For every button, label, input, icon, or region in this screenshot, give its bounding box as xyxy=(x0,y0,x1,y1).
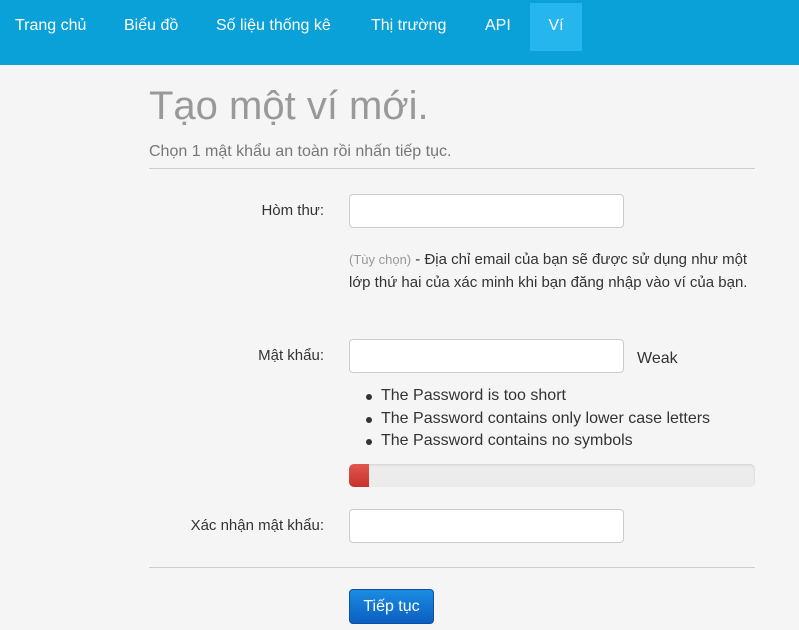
password-issue-item: The Password contains only lower case le… xyxy=(365,408,710,431)
form-divider xyxy=(149,567,755,568)
nav-item-vi[interactable]: Ví xyxy=(530,3,582,51)
confirm-password-label: Xác nhận mật khẩu: xyxy=(190,517,324,534)
nav-item-api[interactable]: API xyxy=(465,3,530,51)
password-strength-label: Weak xyxy=(637,350,678,367)
nav-item-thi-truong[interactable]: Thị trường xyxy=(354,3,465,51)
password-input[interactable] xyxy=(349,339,624,373)
email-help-text: (Tùy chọn) - Địa chỉ email của bạn sẽ đư… xyxy=(349,248,759,294)
page-title: Tạo một ví mới. xyxy=(149,84,429,128)
page-subtitle: Chọn 1 mật khẩu an toàn rồi nhấn tiếp tụ… xyxy=(149,143,452,160)
password-label: Mật khẩu: xyxy=(258,347,324,364)
top-navbar: Trang chủ Biểu đồ Số liệu thống kê Thị t… xyxy=(0,0,799,65)
password-strength-fill xyxy=(349,464,370,487)
email-input[interactable] xyxy=(349,194,624,228)
nav-item-so-lieu-thong-ke[interactable]: Số liệu thống kê xyxy=(198,3,354,51)
confirm-password-input[interactable] xyxy=(349,509,624,543)
continue-button[interactable]: Tiếp tục xyxy=(349,589,434,624)
password-strength-bar xyxy=(349,464,755,487)
password-issues-list: The Password is too short The Password c… xyxy=(365,385,710,453)
password-issue-item: The Password contains no symbols xyxy=(365,430,710,453)
email-help-optional: (Tùy chọn) xyxy=(349,252,412,267)
email-label: Hòm thư: xyxy=(261,202,324,219)
header-divider xyxy=(149,168,755,169)
password-issue-item: The Password is too short xyxy=(365,385,710,408)
nav-item-bieu-do[interactable]: Biểu đồ xyxy=(102,3,198,51)
nav-item-trang-chu[interactable]: Trang chủ xyxy=(0,3,102,51)
